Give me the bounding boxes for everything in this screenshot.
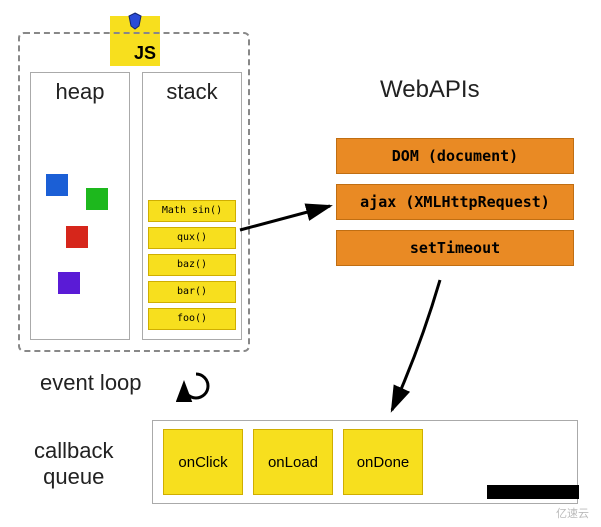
webapis-title: WebAPIs <box>380 76 480 104</box>
heap-object-blue <box>46 174 68 196</box>
stack-frame: qux() <box>148 227 236 249</box>
watermark-text: 亿速云 <box>556 505 589 521</box>
stack-frame: foo() <box>148 308 236 330</box>
stack-title: stack <box>143 79 241 105</box>
webapi-settimeout: setTimeout <box>336 230 574 266</box>
stack-frames: Math sin() qux() baz() bar() foo() <box>148 200 236 335</box>
callback-label-line2: queue <box>43 464 104 489</box>
shield-icon <box>128 12 142 30</box>
webapi-dom: DOM (document) <box>336 138 574 174</box>
heap-column: heap <box>30 72 130 340</box>
arrow-webapis-to-queue <box>380 278 460 418</box>
heap-object-purple <box>58 272 80 294</box>
callback-item: onDone <box>343 429 423 495</box>
callback-queue-label: callback queue <box>34 438 113 490</box>
redaction-bar <box>487 485 579 499</box>
heap-object-red <box>66 226 88 248</box>
callback-item: onLoad <box>253 429 333 495</box>
event-loop-label: event loop <box>40 370 142 396</box>
callback-label-line1: callback <box>34 438 113 463</box>
stack-frame: baz() <box>148 254 236 276</box>
stack-frame: bar() <box>148 281 236 303</box>
arrow-stack-to-webapis <box>238 200 338 240</box>
loop-icon <box>176 368 216 402</box>
stack-frame: Math sin() <box>148 200 236 222</box>
callback-item: onClick <box>163 429 243 495</box>
heap-object-green <box>86 188 108 210</box>
heap-title: heap <box>31 79 129 105</box>
webapis-group: DOM (document) ajax (XMLHttpRequest) set… <box>336 138 574 276</box>
webapi-ajax: ajax (XMLHttpRequest) <box>336 184 574 220</box>
